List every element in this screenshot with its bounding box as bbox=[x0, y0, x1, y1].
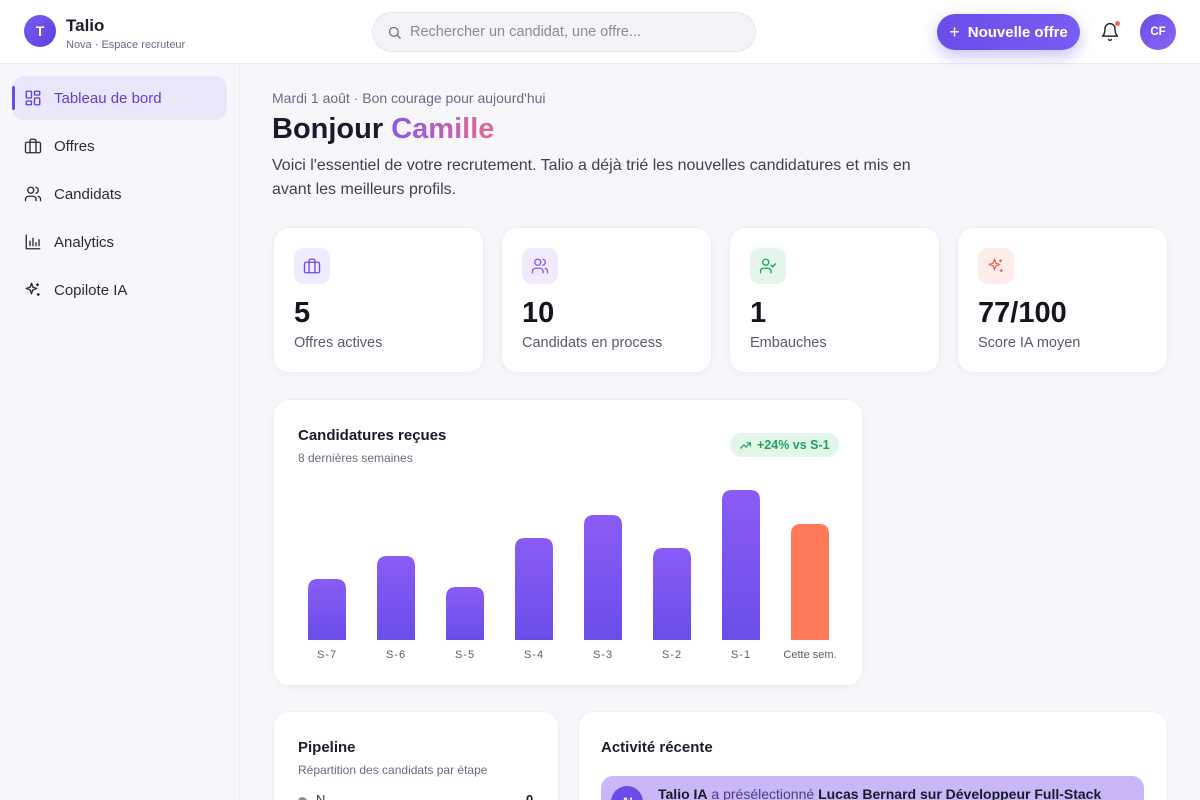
kpi-icon-badge bbox=[522, 248, 558, 284]
activity-title: Activité récente bbox=[601, 739, 713, 756]
chart-bar[interactable] bbox=[377, 556, 415, 640]
search-input[interactable]: Rechercher un candidat, une offre... bbox=[372, 12, 756, 52]
kpi-value: 77/100 bbox=[978, 297, 1067, 329]
new-offer-label: Nouvelle offre bbox=[967, 23, 1068, 41]
brand-subtitle: Nova · Espace recruteur bbox=[66, 39, 186, 51]
activity-object: Lucas Bernard sur Développeur Full-Stack bbox=[818, 786, 1102, 800]
kpi-value: 10 bbox=[522, 297, 555, 329]
chart-bar[interactable] bbox=[515, 538, 553, 640]
kpi-card-score[interactable]: 77/100 Score IA moyen bbox=[957, 227, 1168, 373]
trend-badge: +24% vs S-1 bbox=[730, 433, 839, 457]
sidebar-item-label: Candidats bbox=[54, 185, 122, 203]
sidebar-item-label: Tableau de bord bbox=[54, 89, 162, 107]
kpi-label: Candidats en process bbox=[522, 335, 663, 351]
chart-bar[interactable] bbox=[584, 515, 622, 640]
x-tick-label: S-7 bbox=[317, 649, 337, 661]
users-icon bbox=[531, 258, 549, 274]
kpi-card-offres[interactable]: 5 Offres actives bbox=[273, 227, 484, 373]
kpi-icon-badge bbox=[294, 248, 330, 284]
pipeline-subtitle: Répartition des candidats par étape bbox=[298, 763, 488, 777]
activity-card: Activité récente AI Talio IA a présélect… bbox=[578, 711, 1168, 800]
new-offer-button[interactable]: + Nouvelle offre bbox=[937, 14, 1080, 50]
active-indicator bbox=[12, 86, 15, 110]
x-tick-label: S-2 bbox=[662, 649, 682, 661]
bar-chart-icon bbox=[25, 234, 41, 250]
x-tick-label: S-3 bbox=[593, 649, 613, 661]
notification-dot bbox=[1115, 21, 1120, 26]
x-tick-label: S-5 bbox=[455, 649, 475, 661]
stage-label: N... bbox=[316, 792, 337, 800]
sidebar-item-copilote[interactable]: Copilote IA bbox=[12, 268, 227, 312]
search-placeholder: Rechercher un candidat, une offre... bbox=[410, 24, 642, 40]
sidebar-item-dashboard[interactable]: Tableau de bord bbox=[12, 76, 227, 120]
kpi-icon-badge bbox=[978, 248, 1014, 284]
chart-bar[interactable] bbox=[722, 490, 760, 640]
sidebar-item-offres[interactable]: Offres bbox=[12, 124, 227, 168]
activity-item[interactable]: AI Talio IA a présélectionné Lucas Berna… bbox=[601, 776, 1144, 800]
sidebar-item-label: Copilote IA bbox=[54, 281, 128, 299]
user-avatar[interactable]: CF bbox=[1140, 14, 1176, 50]
briefcase-icon bbox=[24, 138, 42, 154]
x-tick-label: S-1 bbox=[731, 649, 751, 661]
users-icon bbox=[24, 186, 42, 202]
top-bar: T Talio Nova · Espace recruteur Recherch… bbox=[0, 0, 1200, 64]
kpi-value: 5 bbox=[294, 297, 311, 329]
kpi-label: Embauches bbox=[750, 335, 827, 351]
sparkles-icon bbox=[988, 258, 1003, 272]
kpi-value: 1 bbox=[750, 297, 767, 329]
sidebar: Tableau de bord Offres Candidats Analyti… bbox=[0, 64, 240, 800]
page-description: Voici l'essentiel de votre recrutement. … bbox=[272, 157, 911, 198]
x-tick-label: Cette sem. bbox=[783, 649, 836, 661]
activity-verb: a présélectionné bbox=[711, 786, 815, 800]
activity-text: Talio IA a présélectionné Lucas Bernard … bbox=[658, 786, 1101, 800]
user-check-icon bbox=[759, 258, 777, 274]
chart-subtitle: 8 dernières semaines bbox=[298, 451, 413, 465]
x-tick-label: S-4 bbox=[524, 649, 544, 661]
greeting-name: Camille bbox=[391, 113, 495, 145]
chart-bar[interactable] bbox=[653, 548, 691, 640]
brand-name: Talio bbox=[66, 16, 105, 35]
chart-bar[interactable] bbox=[791, 524, 829, 640]
kpi-card-candidats[interactable]: 10 Candidats en process bbox=[501, 227, 712, 373]
stage-count: 0 bbox=[526, 792, 534, 800]
sidebar-item-label: Offres bbox=[54, 137, 95, 155]
kpi-label: Score IA moyen bbox=[978, 335, 1081, 351]
chart-bar[interactable] bbox=[308, 579, 346, 640]
page-title: Bonjour Camille bbox=[272, 113, 494, 146]
trending-up-icon bbox=[740, 441, 751, 449]
activity-actor: Talio IA bbox=[658, 786, 708, 800]
kpi-card-embauches[interactable]: 1 Embauches bbox=[729, 227, 940, 373]
sidebar-item-label: Analytics bbox=[54, 233, 115, 251]
applications-chart-card: S-7 S-6 S-5 S-4 S-3 S-2 S-1 Cette sem. Candidat… bbox=[273, 399, 863, 686]
pipeline-card: Pipeline Répartition des candidats par é… bbox=[273, 711, 559, 800]
dashboard-icon bbox=[25, 90, 41, 106]
briefcase-icon bbox=[303, 258, 321, 274]
plus-icon: + bbox=[949, 22, 960, 42]
chart-title: Candidatures reçues bbox=[298, 427, 447, 444]
date-line: Mardi 1 août · Bon courage pour aujourd'… bbox=[272, 90, 546, 106]
kpi-label: Offres actives bbox=[294, 335, 383, 351]
search-icon bbox=[388, 26, 401, 39]
sidebar-item-candidats[interactable]: Candidats bbox=[12, 172, 227, 216]
x-tick-label: S-6 bbox=[386, 649, 406, 661]
sparkles-icon bbox=[25, 282, 40, 296]
greeting-hello: Bonjour bbox=[272, 113, 384, 145]
kpi-icon-badge bbox=[750, 248, 786, 284]
brand-logo[interactable]: T bbox=[24, 15, 56, 47]
trend-value: +24% vs S-1 bbox=[757, 438, 830, 452]
sidebar-item-analytics[interactable]: Analytics bbox=[12, 220, 227, 264]
chart-bar[interactable] bbox=[446, 587, 484, 640]
pipeline-title: Pipeline bbox=[298, 739, 356, 756]
ai-avatar: AI bbox=[611, 786, 643, 800]
